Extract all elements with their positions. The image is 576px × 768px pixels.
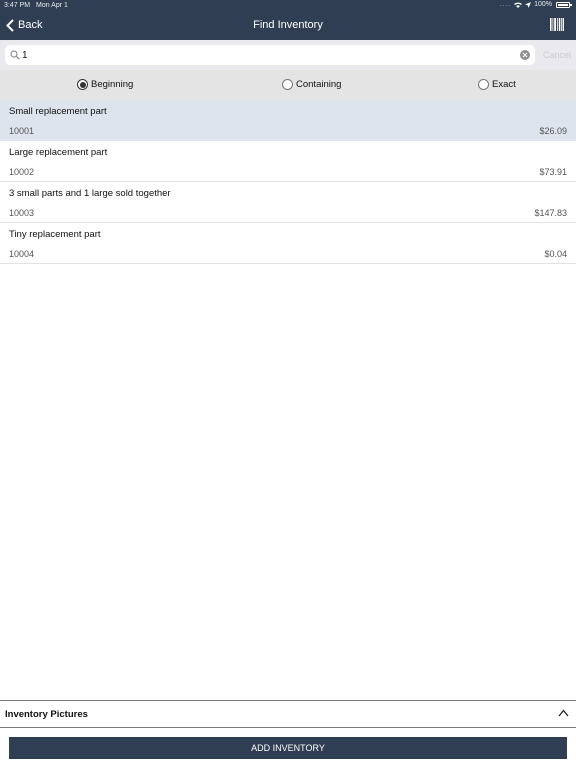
search-bar: Cancel (0, 40, 576, 70)
item-price: $0.04 (544, 249, 567, 259)
item-name: Tiny replacement part (9, 229, 101, 240)
item-number: 10004 (9, 249, 35, 259)
inventory-results-list: Small replacement part 10001 $26.09 Larg… (0, 100, 576, 264)
clear-icon[interactable] (520, 50, 530, 60)
search-input[interactable] (22, 47, 512, 63)
match-mode-beginning[interactable]: Beginning (77, 79, 133, 90)
location-arrow-icon (525, 1, 532, 8)
search-icon (10, 50, 20, 60)
search-field[interactable] (5, 45, 535, 65)
status-date: Mon Apr 1 (36, 2, 68, 9)
radio-unchecked-icon (282, 79, 293, 90)
wifi-icon (514, 2, 523, 8)
inventory-pictures-label: Inventory Pictures (5, 709, 88, 720)
status-bar: 3:47 PM Mon Apr 1 .... 100% (0, 0, 576, 11)
radio-checked-icon (77, 79, 88, 90)
item-number: 10003 (9, 208, 35, 218)
item-price: $147.83 (534, 208, 567, 218)
item-price: $73.91 (539, 167, 567, 177)
find-inventory-screen: 3:47 PM Mon Apr 1 .... 100% Back Find In… (0, 0, 576, 768)
match-mode-label: Exact (492, 79, 516, 90)
list-item[interactable]: Small replacement part 10001 $26.09 (0, 100, 576, 141)
match-mode-containing[interactable]: Containing (282, 79, 341, 90)
battery-icon (556, 1, 572, 8)
list-item[interactable]: Tiny replacement part 10004 $0.04 (0, 223, 576, 264)
radio-unchecked-icon (478, 79, 489, 90)
status-indicators: .... 100% (499, 1, 572, 8)
item-number: 10001 (9, 126, 35, 136)
signal-dots-icon: .... (499, 1, 512, 8)
item-name: Small replacement part (9, 106, 107, 117)
cancel-button[interactable]: Cancel (543, 50, 571, 60)
battery-percent: 100% (534, 1, 552, 8)
item-name: 3 small parts and 1 large sold together (9, 188, 171, 199)
item-name: Large replacement part (9, 147, 108, 158)
status-time: 3:47 PM (4, 2, 31, 9)
item-number: 10002 (9, 167, 35, 177)
item-price: $26.09 (539, 126, 567, 136)
page-title: Find Inventory (253, 19, 323, 31)
list-item[interactable]: 3 small parts and 1 large sold together … (0, 182, 576, 223)
inventory-pictures-toggle[interactable]: Inventory Pictures (0, 701, 576, 728)
match-mode-label: Beginning (91, 79, 134, 90)
list-item[interactable]: Large replacement part 10002 $73.91 (0, 141, 576, 182)
bottom-panel: Inventory Pictures ADD INVENTORY (0, 700, 576, 768)
match-mode-exact[interactable]: Exact (478, 79, 516, 90)
chevron-up-icon (558, 709, 569, 717)
add-inventory-button[interactable]: ADD INVENTORY (9, 737, 567, 759)
header: 3:47 PM Mon Apr 1 .... 100% Back Find In… (0, 0, 576, 40)
barcode-icon[interactable] (550, 18, 564, 31)
match-mode-selector: Beginning Containing Exact (0, 70, 576, 100)
match-mode-label: Containing (296, 79, 342, 90)
